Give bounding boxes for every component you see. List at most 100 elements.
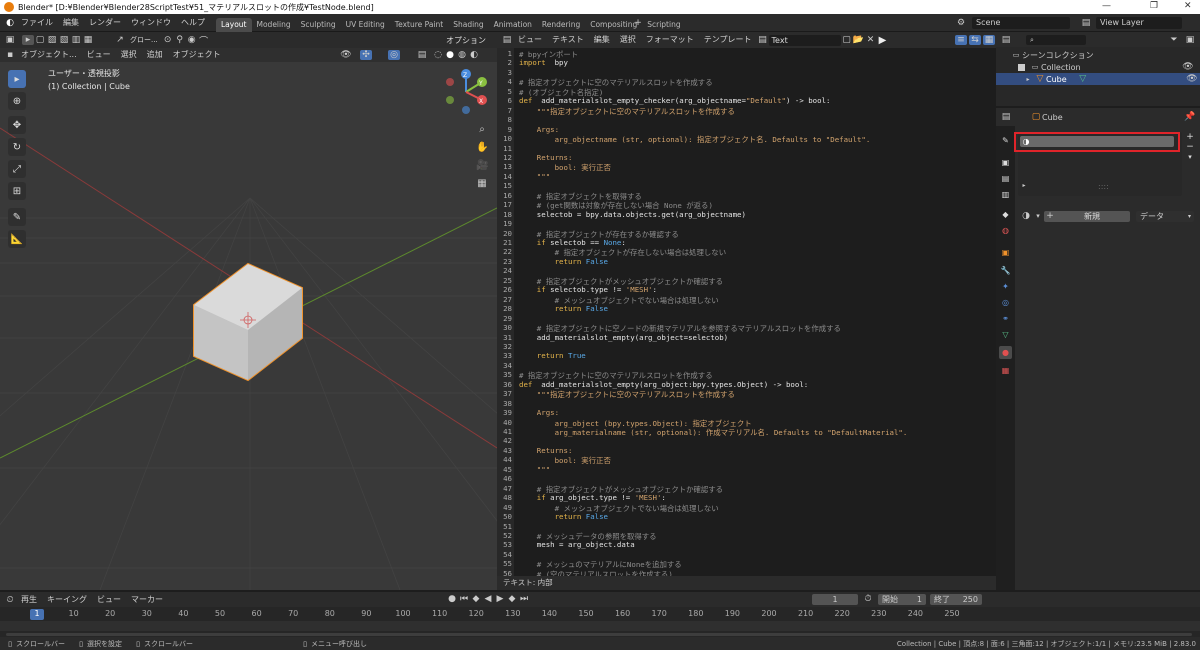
timeline-scrollbar[interactable] xyxy=(6,633,1192,636)
tool-transform-icon[interactable]: ⊞ xyxy=(8,182,26,200)
shading-solid-icon[interactable]: ● xyxy=(444,50,456,60)
gizmo-toggle-icon[interactable]: ✣ xyxy=(360,50,372,60)
timeline-type-icon[interactable]: ⏲ xyxy=(4,595,16,605)
timeline-menu-marker[interactable]: マーカー xyxy=(126,592,168,607)
new-collection-icon[interactable]: ▣ xyxy=(1184,35,1196,45)
play-icon[interactable]: ▶ xyxy=(494,594,506,604)
code-line[interactable]: """指定オブジェクトに空のマテリアルスロットを作成する xyxy=(519,389,735,400)
code-line[interactable]: Args: xyxy=(519,408,559,417)
modifier-tab-icon[interactable]: 🔧 xyxy=(999,264,1012,277)
code-line[interactable]: arg_objectname (str, optional): 指定オブジェクト… xyxy=(519,134,871,145)
code-line[interactable]: if selectob == None: xyxy=(519,238,626,247)
select-invert-icon[interactable]: ▥ xyxy=(70,35,82,45)
outliner-scene-collection[interactable]: ▭ シーンコレクション xyxy=(1010,49,1094,61)
tool-tab-icon[interactable]: ✎ xyxy=(999,134,1012,147)
select-subtract-icon[interactable]: ▧ xyxy=(58,35,70,45)
output-tab-icon[interactable]: ▤ xyxy=(999,172,1012,185)
play-reverse-icon[interactable]: ◀ xyxy=(482,594,494,604)
tool-rotate-icon[interactable]: ↻ xyxy=(8,138,26,156)
shading-rendered-icon[interactable]: ◐ xyxy=(468,50,480,60)
world-tab-icon[interactable]: ◍ xyxy=(999,224,1012,237)
remove-slot-icon[interactable]: − xyxy=(1184,142,1196,152)
menu-edit[interactable]: 編集 xyxy=(58,14,84,32)
pivot-icon[interactable]: ⊙ xyxy=(162,35,174,45)
add-workspace-icon[interactable]: + xyxy=(632,18,644,28)
timeline-menu-playback[interactable]: 再生 xyxy=(16,592,42,607)
next-keyframe-icon[interactable]: ◆ xyxy=(506,594,518,604)
filter-icon[interactable]: ⏷ xyxy=(1168,35,1180,45)
collection-visibility-icon[interactable]: 👁 xyxy=(1182,62,1194,72)
close-button[interactable]: ✕ xyxy=(1184,1,1192,11)
tab-shading[interactable]: Shading xyxy=(448,18,488,32)
data-tab-icon[interactable]: ▽ xyxy=(999,328,1012,341)
link-data-dropdown[interactable]: データ ▾ xyxy=(1136,210,1194,222)
viewport-menu-view[interactable]: ビュー xyxy=(82,48,116,62)
view-layer-tab-icon[interactable]: ▥ xyxy=(999,188,1012,201)
overlay-toggle-icon[interactable]: ◎ xyxy=(388,50,400,60)
select-intersect-icon[interactable]: ▦ xyxy=(82,35,94,45)
material-slot-list[interactable]: ◑ ▸ :::: xyxy=(1014,132,1182,196)
code-line[interactable]: add_materialslot_empty(arg_object=select… xyxy=(519,333,728,342)
select-box-mode-icon[interactable]: ▢ xyxy=(34,35,46,45)
end-frame-field[interactable]: 終了 250 xyxy=(930,594,982,605)
menu-window[interactable]: ウィンドウ xyxy=(126,14,176,32)
scene-selector[interactable]: Scene xyxy=(972,17,1070,29)
viewport-menu-add[interactable]: 追加 xyxy=(142,48,168,62)
record-icon[interactable]: ● xyxy=(446,594,458,604)
current-frame-field[interactable]: 1 xyxy=(812,594,858,605)
zoom-icon[interactable]: ⌕ xyxy=(476,124,488,135)
tool-measure-icon[interactable]: 📐 xyxy=(8,230,26,248)
physics-tab-icon[interactable]: ◎ xyxy=(999,296,1012,309)
menu-help[interactable]: ヘルプ xyxy=(176,14,210,32)
slot-list-expand-icon[interactable]: ▸ xyxy=(1018,182,1030,189)
code-line[interactable]: return False xyxy=(519,304,608,313)
tab-scripting[interactable]: Scripting xyxy=(642,18,685,32)
object-tab-icon[interactable]: ▣ xyxy=(999,246,1012,259)
material-browse-icon[interactable]: ◑ xyxy=(1020,211,1032,221)
line-numbers-toggle-icon[interactable]: ≡ xyxy=(955,35,967,45)
code-line[interactable]: Returns: xyxy=(519,153,573,162)
code-line[interactable]: Returns: xyxy=(519,446,573,455)
proportional-edit-icon[interactable]: ◉ xyxy=(186,35,198,45)
tab-texture-paint[interactable]: Texture Paint xyxy=(390,18,448,32)
viewport-menu-object[interactable]: オブジェクト xyxy=(168,48,226,62)
outliner-search-input[interactable]: ⌕ xyxy=(1026,34,1086,45)
text-menu-select[interactable]: 選択 xyxy=(615,32,641,48)
scene-tab-icon[interactable]: ◆ xyxy=(999,208,1012,221)
cube-visibility-icon[interactable]: 👁 xyxy=(1186,74,1198,84)
code-line[interactable]: if selectob.type != 'MESH': xyxy=(519,285,657,294)
view-layer-selector[interactable]: View Layer xyxy=(1096,17,1182,29)
outliner-cube-row[interactable]: ▸ ▽ Cube ▽ 👁 xyxy=(996,73,1200,85)
start-frame-field[interactable]: 開始 1 xyxy=(878,594,926,605)
tool-scale-icon[interactable]: ⤢ xyxy=(8,160,26,178)
code-line[interactable]: Args: xyxy=(519,125,559,134)
object-mode-dropdown[interactable]: オブジェクト... xyxy=(16,48,82,62)
jump-start-icon[interactable]: ⏮ xyxy=(458,594,470,604)
text-editor[interactable]: 1 2 3 4 5 6 7 8 9 10 11 12 13 14 15 16 17 18 19 20 21 22 23 24 2… xyxy=(497,48,996,576)
editor-type-icon[interactable]: ▣ xyxy=(4,35,16,45)
text-name-field[interactable]: Text xyxy=(768,34,841,46)
word-wrap-toggle-icon[interactable]: ⇆ xyxy=(969,35,981,45)
properties-type-icon[interactable]: ▤ xyxy=(1000,112,1012,122)
select-extend-icon[interactable]: ▨ xyxy=(46,35,58,45)
transform-orientation-dropdown[interactable]: グロー... xyxy=(126,35,162,46)
xray-icon[interactable]: ▤ xyxy=(416,50,428,60)
tool-annotate-icon[interactable]: ✎ xyxy=(8,208,26,226)
run-script-icon[interactable]: ▶ xyxy=(877,35,889,46)
code-line[interactable]: selectob = bpy.data.objects.get(arg_obje… xyxy=(519,210,746,219)
blender-menu-icon[interactable]: ◐ xyxy=(4,18,16,28)
shading-material-icon[interactable]: ◍ xyxy=(456,50,468,60)
code-line[interactable]: if arg_object.type != 'MESH': xyxy=(519,493,666,502)
code-line[interactable]: """ xyxy=(519,465,550,474)
tab-uv-editing[interactable]: UV Editing xyxy=(341,18,390,32)
snap-icon[interactable]: ⚲ xyxy=(174,35,186,45)
texture-tab-icon[interactable]: ▦ xyxy=(999,364,1012,377)
tool-select-box-icon[interactable]: ▸ xyxy=(8,70,26,88)
pan-hand-icon[interactable]: ✋ xyxy=(476,142,488,153)
text-menu-edit[interactable]: 編集 xyxy=(589,32,615,48)
particles-tab-icon[interactable]: ✦ xyxy=(999,280,1012,293)
add-slot-icon[interactable]: + xyxy=(1184,132,1196,142)
text-menu-view[interactable]: ビュー xyxy=(513,32,547,48)
view-layer-icon[interactable]: ▤ xyxy=(1080,18,1092,28)
pin-icon[interactable]: 📌 xyxy=(1184,112,1196,122)
